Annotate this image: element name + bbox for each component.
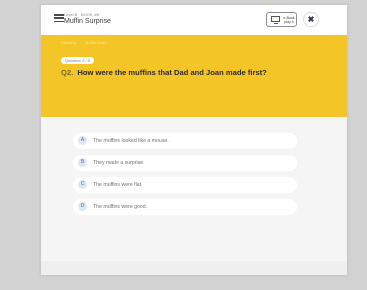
- answer-option-b[interactable]: B They made a surprise.: [73, 155, 297, 171]
- app-window: Level B · BOOK 4/8 Muffin Surprise e-Boo…: [40, 4, 348, 276]
- ebook-label: e-Book play it: [283, 16, 295, 24]
- close-button[interactable]: ✖: [303, 12, 319, 27]
- ebook-button[interactable]: e-Book play it: [266, 12, 297, 27]
- option-key-b: B: [78, 158, 87, 167]
- option-key-c: C: [78, 180, 87, 189]
- footer-bar: [41, 261, 347, 275]
- breadcrumb: Reading Muffin Surp...: [61, 40, 117, 45]
- top-bar: Level B · BOOK 4/8 Muffin Surprise e-Boo…: [41, 5, 347, 35]
- answer-option-a[interactable]: A The muffins looked like a mouse.: [73, 133, 297, 149]
- breadcrumb-item[interactable]: Muffin Surp...: [85, 40, 109, 45]
- hamburger-menu-icon[interactable]: [54, 14, 64, 22]
- breadcrumb-item[interactable]: Reading: [61, 40, 76, 45]
- question-label: How were the muffins that Dad and Joan m…: [77, 68, 267, 77]
- monitor-icon: [271, 16, 280, 24]
- book-level: Level B · BOOK 4/8: [64, 12, 100, 17]
- close-icon: ✖: [307, 15, 315, 24]
- answer-option-d[interactable]: D The muffins were good.: [73, 199, 297, 215]
- option-text-c: The muffins were flat.: [93, 182, 143, 188]
- option-key-d: D: [78, 202, 87, 211]
- option-key-a: A: [78, 136, 87, 145]
- question-number: Q2.: [61, 68, 74, 77]
- book-title: Muffin Surprise: [64, 18, 111, 25]
- option-text-d: The muffins were good.: [93, 204, 148, 210]
- question-banner: Reading Muffin Surp... Question 2 / 5 Q2…: [41, 35, 347, 117]
- answer-option-c[interactable]: C The muffins were flat.: [73, 177, 297, 193]
- option-text-a: The muffins looked like a mouse.: [93, 138, 169, 144]
- option-text-b: They made a surprise.: [93, 160, 145, 166]
- question-text: Q2. How were the muffins that Dad and Jo…: [61, 68, 267, 77]
- question-progress-badge: Question 2 / 5: [61, 57, 94, 64]
